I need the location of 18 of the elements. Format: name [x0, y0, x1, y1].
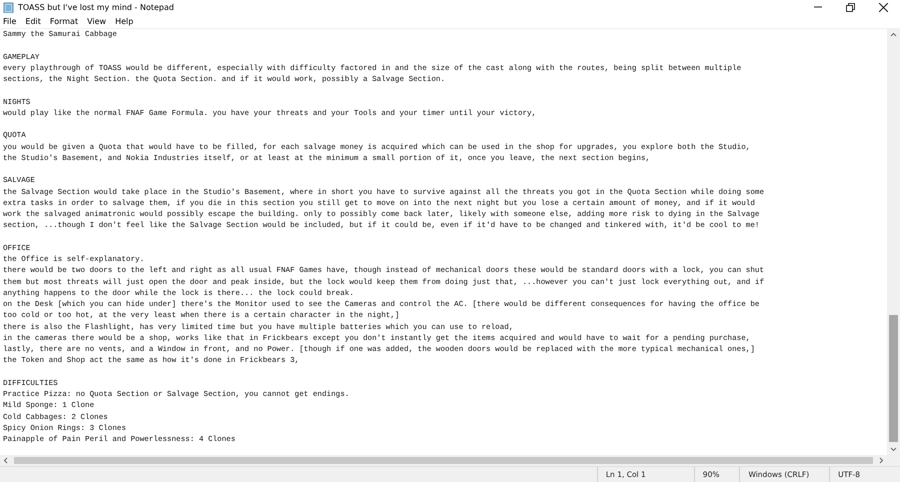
menu-item[interactable]: Format [50, 16, 78, 26]
close-icon[interactable] [879, 2, 888, 12]
menu-item[interactable]: View [87, 16, 106, 26]
vertical-scrollbar[interactable] [887, 29, 900, 455]
scroll-left-icon[interactable] [3, 457, 8, 464]
menu-item[interactable]: File [3, 16, 16, 26]
menu-item[interactable]: Edit [25, 16, 41, 26]
window-title: TOASS but I've lost my mind - Notepad [18, 2, 174, 12]
scrollbar-thumb[interactable] [889, 314, 898, 442]
maximize-icon[interactable] [846, 2, 855, 12]
menu-item[interactable]: Help [115, 16, 134, 26]
scrollbar-thumb[interactable] [14, 457, 873, 464]
notepad-icon [3, 2, 14, 12]
scroll-up-icon[interactable] [890, 32, 897, 37]
minimize-icon[interactable] [814, 6, 822, 8]
scroll-down-icon[interactable] [890, 447, 897, 452]
horizontal-scrollbar[interactable] [0, 455, 887, 466]
scroll-right-icon[interactable] [879, 457, 884, 464]
